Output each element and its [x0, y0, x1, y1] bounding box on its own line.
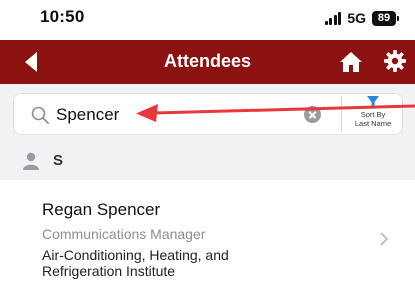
- gear-icon[interactable]: [384, 50, 406, 72]
- battery-level: 89: [372, 10, 396, 26]
- nav-bar: Attendees: [0, 40, 415, 84]
- section-letter: S: [53, 152, 64, 169]
- status-indicators: 5G 89: [324, 9, 399, 27]
- attendee-organization: Air-Conditioning, Heating, and Refrigera…: [42, 247, 229, 279]
- attendee-name: Regan Spencer: [42, 200, 161, 219]
- attendee-title: Communications Manager: [42, 226, 206, 242]
- status-time: 10:50: [40, 7, 85, 26]
- person-icon: [23, 152, 39, 170]
- section-header: S: [0, 142, 415, 180]
- chevron-right-icon: [380, 232, 388, 246]
- signal-icon: [324, 11, 342, 25]
- annotation-arrow: [136, 104, 415, 122]
- battery-icon: 89: [372, 10, 399, 26]
- home-icon[interactable]: [339, 51, 363, 73]
- network-type: 5G: [347, 10, 366, 26]
- status-bar: 10:50 5G 89: [0, 0, 415, 36]
- search-icon: [31, 106, 49, 124]
- attendee-list-item[interactable]: Regan Spencer Communications Manager Air…: [0, 190, 415, 288]
